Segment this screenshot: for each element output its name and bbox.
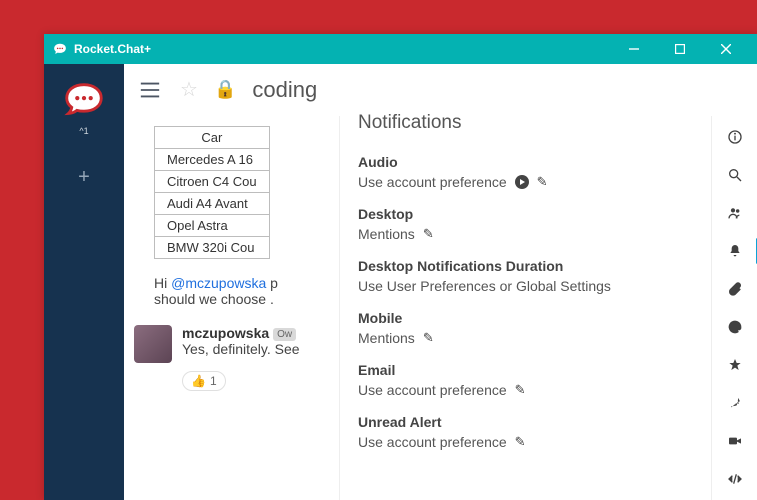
table-row: Mercedes A 16: [155, 149, 270, 171]
app-window: Rocket.Chat+ ^1 + ☆ 🔒 codi: [44, 34, 757, 500]
table-row: Opel Astra: [155, 215, 270, 237]
search-icon[interactable]: [712, 156, 757, 194]
members-icon[interactable]: [712, 194, 757, 232]
notif-desktop: Desktop Mentions ✎: [358, 206, 693, 242]
notif-email: Email Use account preference ✎: [358, 362, 693, 398]
code-icon[interactable]: [712, 460, 757, 498]
video-icon[interactable]: [712, 422, 757, 460]
window-title: Rocket.Chat+: [74, 42, 611, 56]
table-row: BMW 320i Cou: [155, 237, 270, 259]
edit-icon[interactable]: ✎: [423, 330, 434, 346]
info-icon[interactable]: [712, 118, 757, 156]
favorite-star-icon[interactable]: ☆: [180, 77, 198, 102]
notif-audio: Audio Use account preference ✎: [358, 154, 693, 190]
pinned-icon[interactable]: [712, 384, 757, 422]
channel-name: coding: [252, 77, 317, 103]
play-icon[interactable]: [515, 175, 529, 189]
add-server-button[interactable]: +: [69, 162, 99, 192]
avatar[interactable]: [134, 325, 172, 363]
titlebar: Rocket.Chat+: [44, 34, 757, 64]
role-badge: Ow: [273, 328, 296, 341]
username[interactable]: mczupowska: [182, 325, 269, 341]
reaction-count: 1: [210, 374, 217, 388]
notif-duration: Desktop Notifications Duration Use User …: [358, 258, 693, 294]
mention-link[interactable]: @mczupowska: [171, 275, 266, 291]
lock-icon: 🔒: [214, 79, 236, 100]
panel-title: Notifications: [358, 112, 693, 134]
menu-button[interactable]: [136, 79, 164, 101]
edit-icon[interactable]: ✎: [515, 382, 526, 398]
main-area: ☆ 🔒 coding Car Mercedes A 16 Citroen C4 …: [124, 64, 757, 500]
reaction-emoji: 👍: [191, 374, 206, 388]
table-row: Citroen C4 Cou: [155, 171, 270, 193]
cars-table: Car Mercedes A 16 Citroen C4 Cou Audi A4…: [154, 126, 270, 259]
channel-header: ☆ 🔒 coding: [124, 64, 757, 116]
notifications-icon[interactable]: [712, 232, 757, 270]
starred-icon[interactable]: [712, 346, 757, 384]
message-body: Yes, definitely. See: [182, 341, 300, 357]
server-sidebar: ^1 +: [44, 64, 124, 500]
minimize-button[interactable]: [611, 34, 657, 64]
server-unread-badge: ^1: [79, 126, 88, 136]
mentions-icon[interactable]: [712, 308, 757, 346]
table-header: Car: [155, 127, 270, 149]
maximize-button[interactable]: [657, 34, 703, 64]
app-icon: [52, 41, 68, 57]
reaction-button[interactable]: 👍 1: [182, 371, 226, 391]
edit-icon[interactable]: ✎: [423, 226, 434, 242]
flex-tab-bar: [711, 116, 757, 500]
edit-icon[interactable]: ✎: [515, 434, 526, 450]
notif-unread: Unread Alert Use account preference ✎: [358, 414, 693, 450]
edit-icon[interactable]: ✎: [537, 174, 548, 190]
server-logo[interactable]: [60, 76, 108, 124]
close-button[interactable]: [703, 34, 749, 64]
notifications-panel: Notifications Audio Use account preferen…: [339, 116, 711, 500]
notif-mobile: Mobile Mentions ✎: [358, 310, 693, 346]
table-row: Audi A4 Avant: [155, 193, 270, 215]
files-icon[interactable]: [712, 270, 757, 308]
